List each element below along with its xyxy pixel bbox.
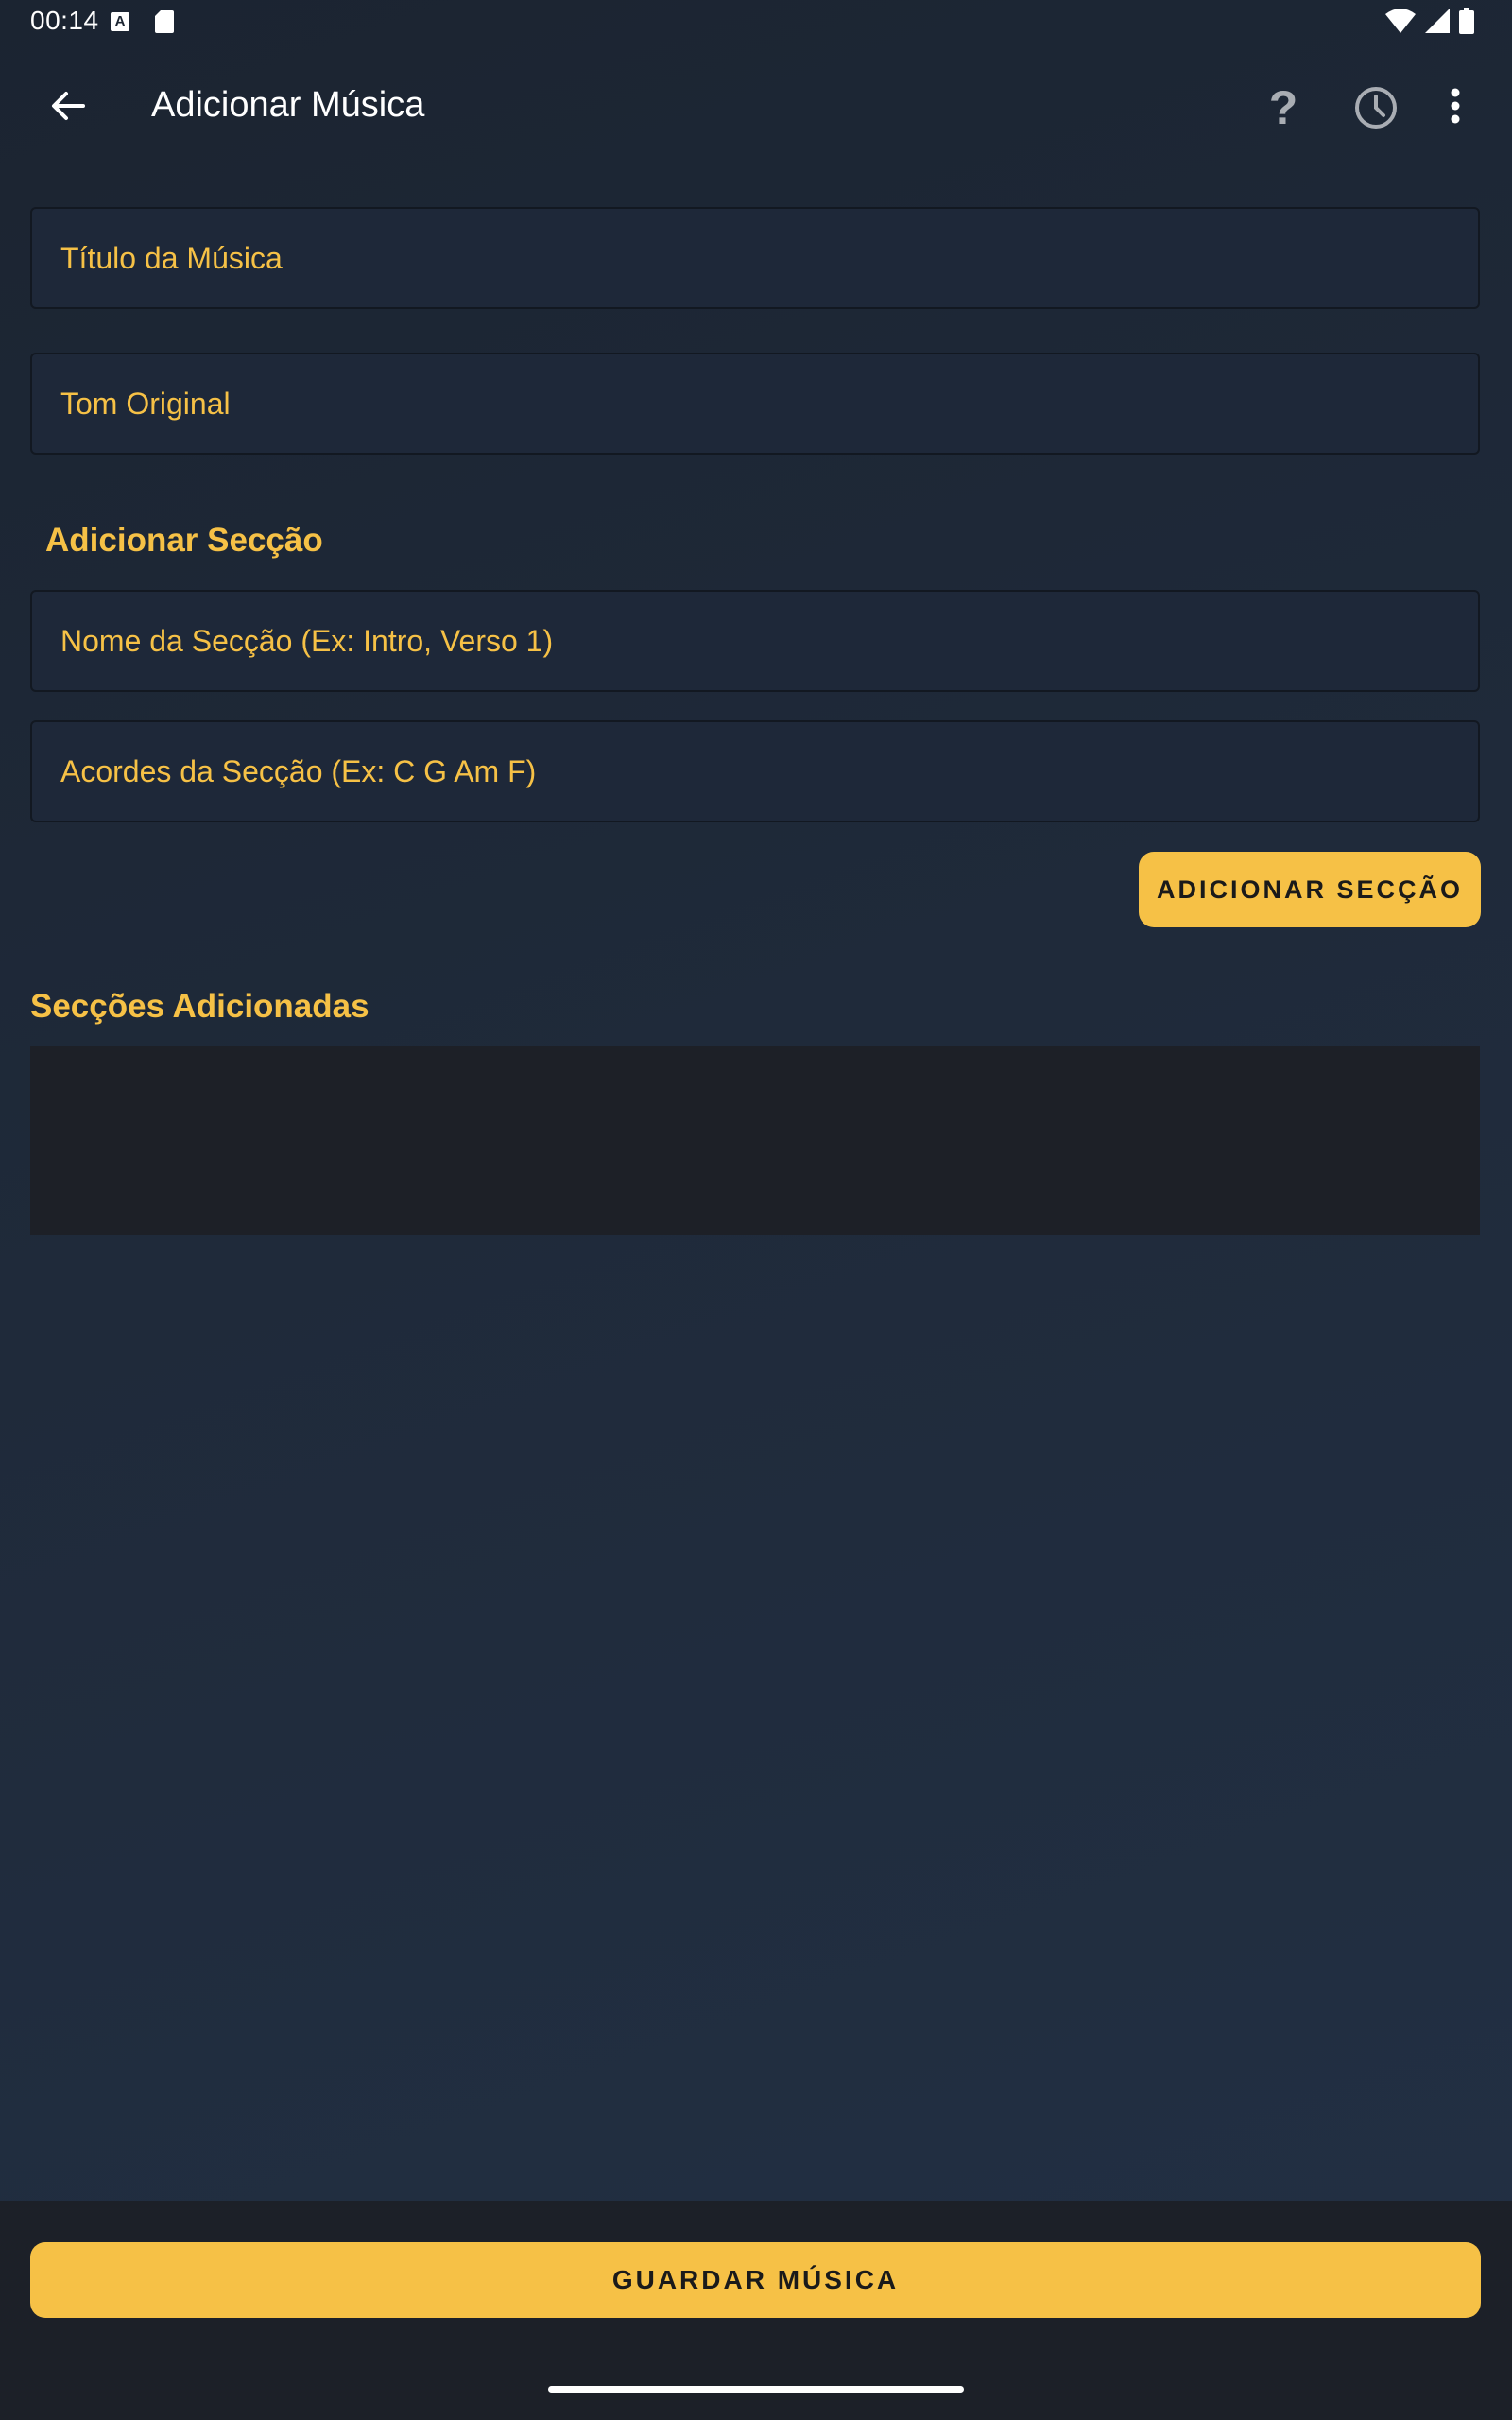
section-chords-field xyxy=(30,720,1480,822)
bottom-bar: GUARDAR MÚSICA xyxy=(0,2201,1512,2420)
navigation-handle[interactable] xyxy=(548,2386,964,2393)
history-button[interactable] xyxy=(1349,81,1402,134)
help-icon: ? xyxy=(1268,81,1298,134)
notification-a-icon: A xyxy=(111,12,129,31)
back-arrow-icon xyxy=(51,91,85,126)
app-bar: Adicionar Música ? xyxy=(0,45,1512,166)
status-time: 00:14 xyxy=(30,6,99,35)
more-vert-icon xyxy=(1450,87,1461,130)
song-title-field xyxy=(30,207,1480,309)
status-bar: 00:14 A xyxy=(0,0,1512,45)
save-song-button[interactable]: GUARDAR MÚSICA xyxy=(30,2242,1481,2318)
song-title-input[interactable] xyxy=(32,209,1478,307)
wifi-icon xyxy=(1385,8,1416,38)
signal-icon xyxy=(1425,8,1450,38)
added-sections-heading: Secções Adicionadas xyxy=(30,988,369,1025)
section-name-input[interactable] xyxy=(32,592,1478,690)
help-button[interactable]: ? xyxy=(1257,78,1310,138)
add-section-button[interactable]: ADICIONAR SECÇÃO xyxy=(1139,852,1481,927)
original-key-input[interactable] xyxy=(32,354,1478,453)
add-section-heading: Adicionar Secção xyxy=(45,522,323,559)
section-chords-input[interactable] xyxy=(32,722,1478,821)
page-title: Adicionar Música xyxy=(151,85,425,125)
sd-card-icon xyxy=(155,10,174,33)
added-sections-list xyxy=(30,1046,1480,1235)
status-right-icons xyxy=(1385,7,1474,39)
history-icon xyxy=(1349,87,1402,138)
more-options-button[interactable] xyxy=(1425,79,1486,136)
battery-icon xyxy=(1459,7,1474,39)
original-key-field xyxy=(30,353,1480,455)
section-name-field xyxy=(30,590,1480,692)
back-button[interactable] xyxy=(34,79,102,136)
